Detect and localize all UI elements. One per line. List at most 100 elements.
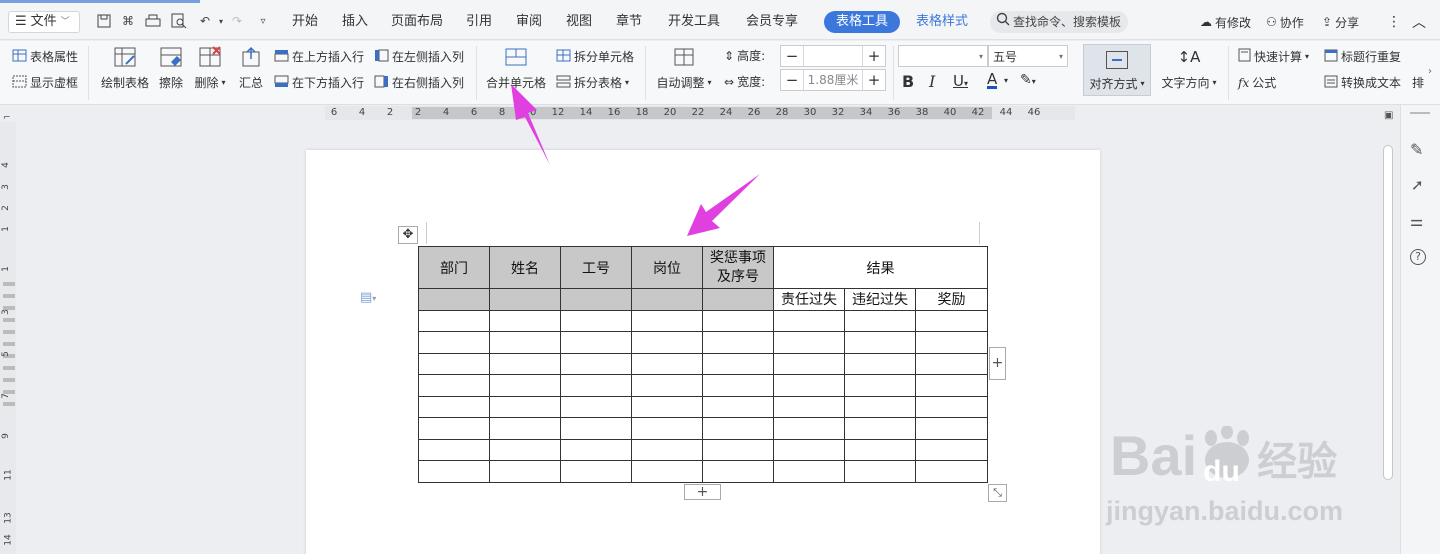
header-cell-position[interactable]: 岗位 [631,246,703,289]
table-cell[interactable] [631,395,703,418]
table-cell[interactable] [489,395,561,418]
delete-button[interactable]: 删除 ▾ [192,46,228,91]
table-cell[interactable] [702,438,774,461]
table-cell[interactable] [560,309,632,332]
insert-col-left-button[interactable]: 在左侧插入列 [374,48,464,65]
table-cell[interactable] [418,417,490,440]
collab-button[interactable]: ⚇ 协作 [1266,13,1304,31]
table-cell[interactable] [773,460,845,483]
table-cell[interactable] [773,374,845,397]
insert-row-above-button[interactable]: 在上方插入行 [274,48,364,65]
header-cell-name[interactable]: 姓名 [489,246,561,289]
customize-toolbar-icon[interactable]: ▿ [254,12,272,30]
italic-icon[interactable]: I [929,72,935,91]
save-icon[interactable] [95,12,113,30]
formula-button[interactable]: fx 公式 [1238,74,1276,91]
font-name-select[interactable]: ▾ [898,45,988,67]
table-cell[interactable] [631,331,703,354]
table-cell[interactable] [418,331,490,354]
table-cell[interactable] [702,288,774,311]
table-cell[interactable] [702,352,774,375]
table-cell[interactable] [702,309,774,332]
table-cell[interactable] [773,438,845,461]
table-cell[interactable] [773,331,845,354]
tab-review[interactable]: 审阅 [514,11,544,33]
table-cell[interactable] [631,374,703,397]
more-options-icon[interactable]: ⋮ [1387,13,1401,31]
table-cell[interactable] [560,374,632,397]
table-cell[interactable] [631,309,703,332]
table-cell[interactable] [844,309,916,332]
scrollbar-thumb[interactable] [1383,145,1393,480]
table-cell[interactable] [418,374,490,397]
show-gridlines-button[interactable]: 显示虚框 [12,74,78,91]
modified-button[interactable]: ☁ 有修改 [1200,13,1251,31]
help-icon[interactable]: ? [1410,249,1426,265]
table-cell[interactable] [631,417,703,440]
table-cell[interactable] [489,331,561,354]
table-cell[interactable] [418,438,490,461]
table-cell[interactable] [915,395,988,418]
header-cell-rewards[interactable]: 奖惩事项及序号 [702,246,774,289]
font-size-select[interactable]: 五号 ▾ [988,45,1068,67]
alignment-button[interactable]: 对齐方式 ▾ [1083,44,1151,96]
tab-home[interactable]: 开始 [290,11,320,33]
width-increase-button[interactable]: + [863,71,885,89]
header-cell-id[interactable]: 工号 [560,246,632,289]
repeat-header-button[interactable]: 标题行重复 [1324,48,1401,65]
table-cell[interactable] [418,395,490,418]
print-preview-icon[interactable] [170,12,188,30]
add-column-button[interactable]: + [989,347,1006,380]
draw-table-button[interactable]: 绘制表格 [100,46,150,91]
table-cell[interactable] [631,460,703,483]
table-cell[interactable] [702,460,774,483]
table-cell[interactable] [702,331,774,354]
table-cell[interactable] [915,417,988,440]
table-cell[interactable] [702,395,774,418]
bold-icon[interactable]: B [902,72,914,91]
table-cell[interactable] [702,374,774,397]
table-cell[interactable] [560,331,632,354]
table-cell[interactable] [560,395,632,418]
table-cell[interactable] [489,438,561,461]
tab-references[interactable]: 引用 [464,11,494,33]
table-cell[interactable] [773,309,845,332]
table-cell[interactable] [844,395,916,418]
height-stepper[interactable]: − + [780,45,886,67]
subheader-cell-discipline[interactable]: 违纪过失 [844,288,916,311]
tab-section[interactable]: 章节 [614,11,644,33]
table-properties-button[interactable]: 表格属性 [12,48,78,65]
document-table[interactable]: 部门 姓名 工号 岗位 奖惩事项及序号 结果 责任过失 违纪过失 奖励 [418,246,988,483]
table-cell[interactable] [489,288,561,311]
file-menu-button[interactable]: ☰ 文件 ﹀ [8,11,80,33]
table-cell[interactable] [560,417,632,440]
settings-sliders-icon[interactable]: ⚌ [1410,212,1423,230]
table-move-handle-icon[interactable]: ✥ [398,226,418,244]
table-cell[interactable] [773,352,845,375]
collapse-ribbon-icon[interactable]: ︿ [1412,13,1426,31]
summary-button[interactable]: 汇总 [236,46,266,91]
header-cell-result[interactable]: 结果 [773,246,988,289]
table-cell[interactable] [915,309,988,332]
table-cell[interactable] [489,417,561,440]
table-cell[interactable] [418,309,490,332]
table-cell[interactable] [915,331,988,354]
font-color-icon[interactable]: A [987,72,998,89]
share-button[interactable]: ⇪ 分享 [1322,13,1359,31]
table-cell[interactable] [560,460,632,483]
table-resize-handle-icon[interactable]: ⤡ [988,484,1007,502]
table-cell[interactable] [418,352,490,375]
height-increase-button[interactable]: + [863,47,885,65]
insert-row-below-button[interactable]: 在下方插入行 [274,74,364,91]
table-cell[interactable] [560,438,632,461]
table-cell[interactable] [489,352,561,375]
table-cell[interactable] [418,460,490,483]
split-cells-button[interactable]: 拆分单元格 [556,48,634,65]
paragraph-menu-icon[interactable]: ▤▾ [360,290,376,305]
highlight-icon[interactable]: ✎▾ [1020,72,1036,88]
insert-col-right-button[interactable]: 在右侧插入列 [374,74,464,91]
redo-icon[interactable]: ↷ [228,12,246,30]
table-cell[interactable] [560,288,632,311]
subheader-cell-reward[interactable]: 奖励 [915,288,988,311]
tab-member[interactable]: 会员专享 [744,11,800,33]
